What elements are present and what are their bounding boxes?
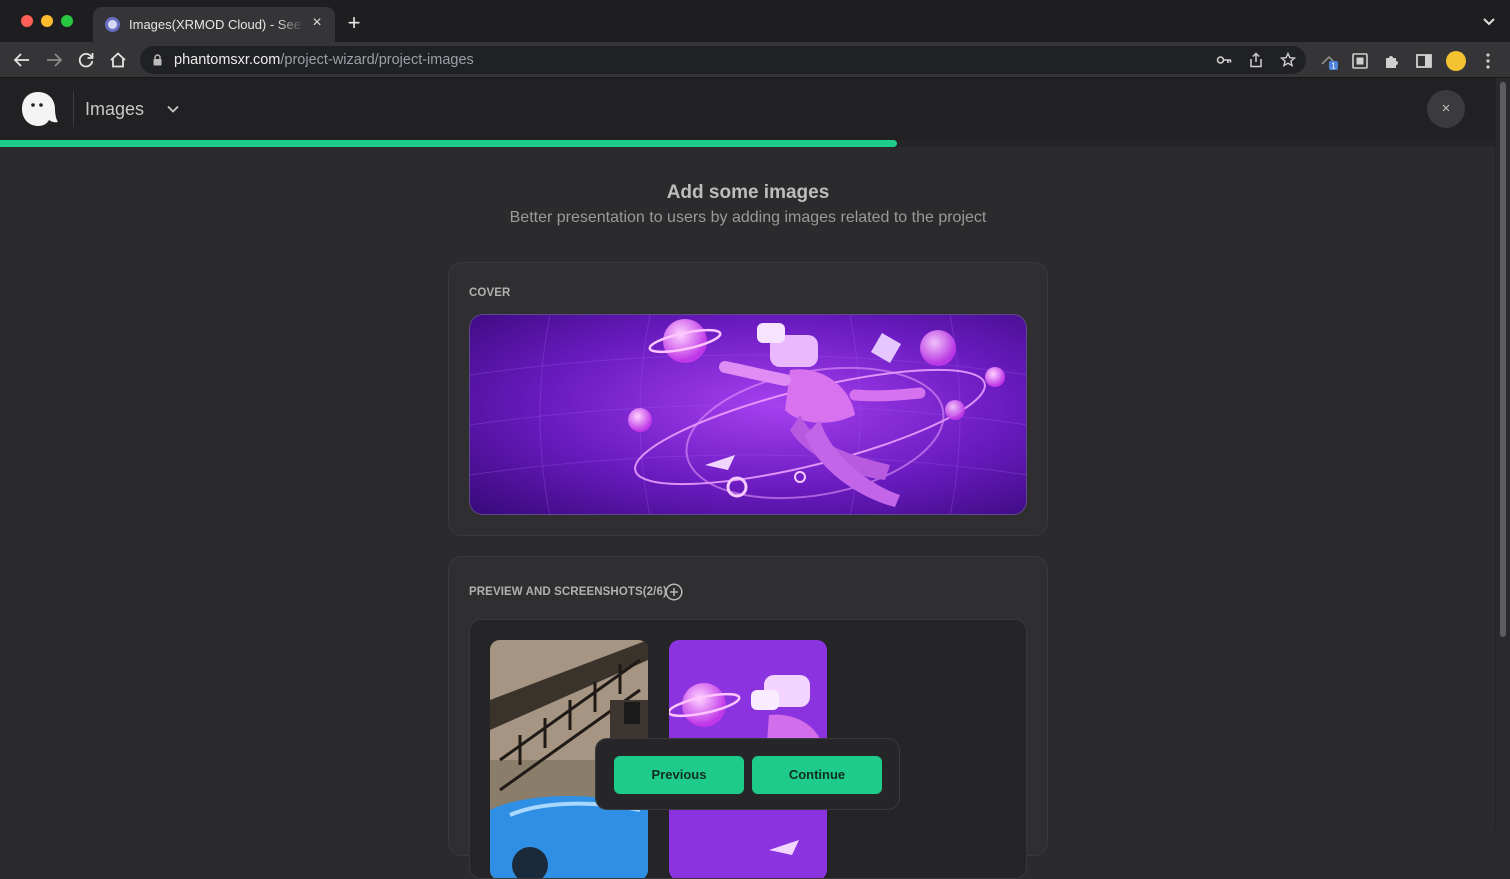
cover-image[interactable] (469, 314, 1027, 515)
add-screenshot-icon[interactable] (665, 583, 683, 601)
wizard-progress-fill (0, 140, 897, 147)
tab-close-button[interactable]: × (309, 15, 325, 31)
cover-artwork-image (470, 315, 1026, 514)
page-title: Add some images (666, 182, 830, 203)
cover-label: COVER (469, 287, 511, 299)
wizard-progress-bar (0, 140, 1495, 147)
back-arrow-icon[interactable] (12, 50, 32, 70)
tab-list-chevron-icon[interactable] (1482, 15, 1496, 29)
profile-avatar[interactable] (1446, 51, 1466, 71)
screenshots-card: PREVIEW AND SCREENSHOTS(2/6) (448, 556, 1048, 879)
home-icon[interactable] (108, 50, 128, 70)
window-maximize-button[interactable] (61, 15, 73, 27)
header-divider (73, 91, 74, 127)
scrollbar-thumb[interactable] (1500, 82, 1506, 637)
window-close-button[interactable] (21, 15, 33, 27)
side-panel-icon[interactable] (1415, 52, 1433, 70)
bookmark-star-icon[interactable] (1280, 52, 1296, 68)
close-wizard-button[interactable]: × (1427, 90, 1465, 128)
section-title[interactable]: Images (85, 99, 144, 120)
wizard-header: Images × (0, 78, 1495, 140)
url-host: phantomsxr.com (174, 52, 281, 68)
key-icon[interactable] (1216, 52, 1232, 68)
screen-capture-icon[interactable] (1351, 52, 1369, 70)
continue-button[interactable]: Continue (752, 756, 882, 794)
url-text[interactable]: phantomsxr.com/project-wizard/project-im… (174, 52, 474, 68)
forward-arrow-icon[interactable] (44, 50, 64, 70)
browser-titlebar: Images(XRMOD Cloud) - See the world diff… (0, 0, 1510, 42)
tab-title: Images(XRMOD Cloud) - See the world diff… (129, 17, 305, 32)
wizard-action-bar: Previous Continue (595, 738, 900, 810)
phantom-logo-icon[interactable] (19, 88, 59, 128)
browser-menu-icon[interactable] (1484, 52, 1492, 70)
extensions-puzzle-icon[interactable] (1383, 52, 1401, 70)
browser-toolbar: phantomsxr.com/project-wizard/project-im… (0, 42, 1510, 78)
section-dropdown-chevron-icon[interactable] (166, 103, 180, 115)
address-bar[interactable]: phantomsxr.com/project-wizard/project-im… (140, 46, 1306, 74)
url-path: /project-wizard/project-images (280, 52, 474, 68)
lock-icon[interactable] (153, 54, 162, 66)
browser-tab[interactable]: Images(XRMOD Cloud) - See the world diff… (93, 7, 335, 42)
cover-card: COVER (448, 262, 1048, 536)
screenshots-label: PREVIEW AND SCREENSHOTS(2/6) (469, 586, 667, 598)
new-tab-button[interactable]: + (344, 12, 364, 34)
tab-favicon-icon (105, 17, 120, 32)
reload-icon[interactable] (76, 50, 96, 70)
previous-button[interactable]: Previous (614, 756, 744, 794)
page-subtitle: Better presentation to users by adding i… (509, 209, 987, 226)
extension-badge-icon[interactable]: 1 (1320, 52, 1338, 70)
share-icon[interactable] (1248, 52, 1264, 68)
extension-badge-count: 1 (1331, 62, 1336, 70)
page-scrollbar[interactable] (1495, 78, 1510, 830)
window-minimize-button[interactable] (41, 15, 53, 27)
